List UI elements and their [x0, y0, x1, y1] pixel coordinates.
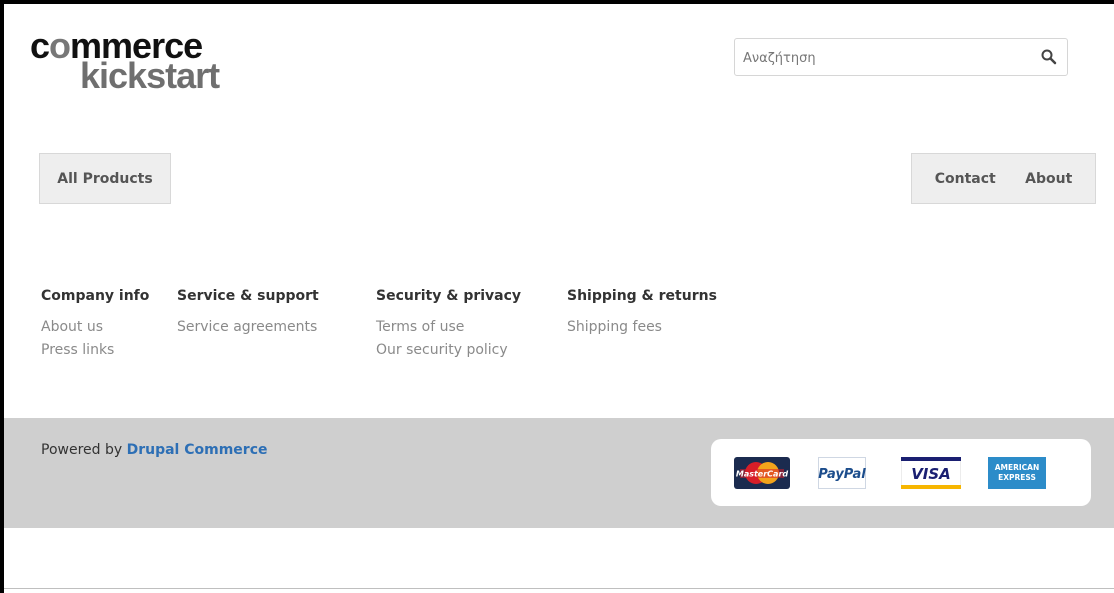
- search-input[interactable]: [741, 39, 1025, 77]
- search-icon: [1041, 49, 1057, 65]
- amex-icon: AMERICAN EXPRESS: [988, 457, 1046, 489]
- footer-link-shipping-fees[interactable]: Shipping fees: [567, 316, 717, 339]
- footer-col-title: Company info: [41, 288, 150, 304]
- footer-col-service: Service & support Service agreements: [177, 288, 319, 339]
- svg-text:PayPal: PayPal: [818, 467, 866, 482]
- footer-link-press[interactable]: Press links: [41, 339, 149, 362]
- footer-link-about-us[interactable]: About us: [41, 316, 149, 339]
- visa-icon: VISA: [901, 457, 961, 489]
- mastercard-icon: MasterCard: [734, 457, 790, 489]
- footer-col-title: Security & privacy: [376, 288, 522, 304]
- nav-all-products[interactable]: All Products: [57, 171, 152, 187]
- drupal-commerce-link[interactable]: Drupal Commerce: [127, 442, 268, 458]
- logo-line-2: kickstart: [80, 55, 220, 96]
- paypal-icon: PayPal: [818, 457, 866, 489]
- powered-by: Powered by Drupal Commerce: [41, 442, 268, 458]
- payment-methods: MasterCard PayPal VISA AMERICAN EXPRESS: [711, 439, 1091, 506]
- secondary-menu: Contact About: [911, 153, 1096, 204]
- footer-col-title: Service & support: [177, 288, 319, 304]
- footer-link-security-policy[interactable]: Our security policy: [376, 339, 521, 362]
- footer-col-title: Shipping & returns: [567, 288, 717, 304]
- svg-text:AMERICAN: AMERICAN: [995, 463, 1040, 472]
- nav-contact[interactable]: Contact: [935, 171, 996, 187]
- svg-text:MasterCard: MasterCard: [736, 470, 789, 479]
- footer-link-service-agreements[interactable]: Service agreements: [177, 316, 319, 339]
- search-box: [734, 38, 1068, 77]
- footer-col-shipping: Shipping & returns Shipping fees: [567, 288, 717, 339]
- footer-link-terms[interactable]: Terms of use: [376, 316, 521, 339]
- svg-text:VISA: VISA: [911, 465, 951, 483]
- footer-col-security: Security & privacy Terms of use Our secu…: [376, 288, 521, 362]
- svg-text:EXPRESS: EXPRESS: [998, 473, 1036, 482]
- nav-about[interactable]: About: [1025, 171, 1072, 187]
- site-logo[interactable]: commerce kickstart: [30, 28, 220, 96]
- main-menu: All Products: [39, 153, 171, 204]
- bottom-divider: [4, 588, 1114, 589]
- search-button[interactable]: [1037, 45, 1061, 69]
- footer-col-company: Company info About us Press links: [41, 288, 149, 362]
